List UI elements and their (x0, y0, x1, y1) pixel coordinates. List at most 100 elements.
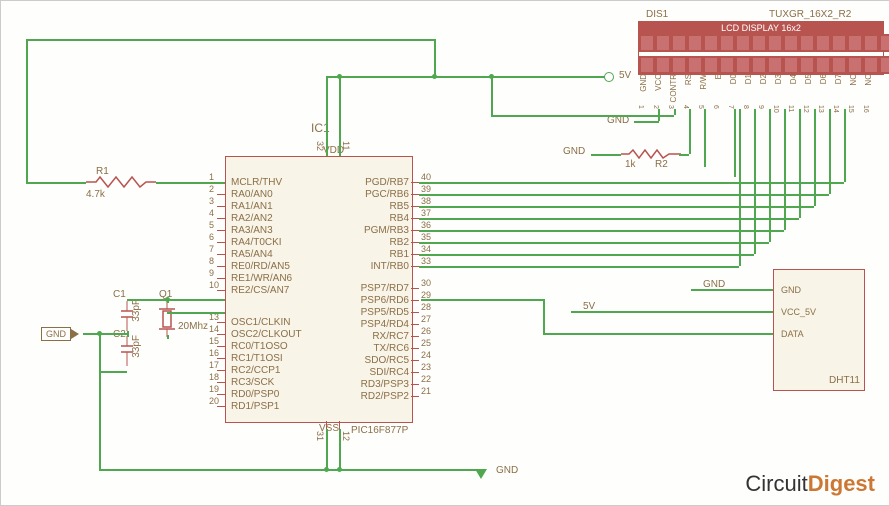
pin-num: 40 (421, 172, 431, 182)
pin-num: 17 (209, 360, 219, 370)
pin-tick (411, 336, 419, 337)
pin-tick (217, 230, 225, 231)
pin-tick (217, 334, 225, 335)
lcd-pinnum: 1 (637, 105, 644, 109)
lcd-cell (751, 34, 767, 52)
lcd-pinnum: 3 (667, 105, 674, 109)
pin-label-rb1: RB1 (390, 249, 409, 260)
dht-gnd: GND (781, 285, 801, 295)
lcd-pinnum: 7 (727, 105, 734, 109)
pin-tick (411, 360, 419, 361)
pin-tick (217, 266, 225, 267)
pin-tick (217, 394, 225, 395)
pin-label-re1-wr-an6: RE1/WR/AN6 (231, 273, 292, 284)
lcd-cell (831, 56, 847, 74)
pin-label-int-rb0: INT/RB0 (371, 261, 409, 272)
wire (419, 218, 799, 220)
pin-tick (217, 370, 225, 371)
wire (754, 109, 756, 254)
lcd-pinnum: 14 (832, 105, 839, 113)
lcd-pin-gnd: GND (639, 74, 648, 92)
gnd-arrow (475, 469, 487, 479)
dht-part: DHT11 (829, 375, 860, 386)
lcd-pinnum: 8 (742, 105, 749, 109)
lcd-cell (847, 56, 863, 74)
wire (326, 76, 328, 156)
lcd-ref: DIS1 (646, 9, 668, 20)
lcd-pinnum: 12 (802, 105, 809, 113)
lcd-cell (639, 56, 655, 74)
lcd-cell (655, 34, 671, 52)
wire (156, 182, 225, 184)
lcd-pin-d3: D3 (774, 74, 783, 84)
pin-tick (411, 372, 419, 373)
pin-label-rd2-psp2: RD2/PSP2 (361, 391, 409, 402)
lcd-row2 (639, 56, 883, 74)
lcd-cell (799, 34, 815, 52)
lcd-cell (671, 34, 687, 52)
pin-label-osc1-clkin: OSC1/CLKIN (231, 317, 290, 328)
lcd-cell (703, 56, 719, 74)
junction (432, 74, 437, 79)
wire (571, 311, 773, 313)
pin-label-rc0-t1oso: RC0/T1OSO (231, 341, 288, 352)
wire (419, 182, 844, 184)
lcd-pinnum: 9 (757, 105, 764, 109)
vcc-5v-node (604, 72, 614, 82)
pin-tick (217, 278, 225, 279)
pin-label-ra4-t0cki: RA4/T0CKI (231, 237, 282, 248)
lcd-cell (671, 56, 687, 74)
v5-label: 5V (619, 70, 631, 81)
pin-label-rc2-ccp1: RC2/CCP1 (231, 365, 280, 376)
pin-num: 28 (421, 302, 431, 312)
pin-label-ra3-an3: RA3/AN3 (231, 225, 273, 236)
wire (83, 333, 127, 335)
pin-num: 38 (421, 196, 431, 206)
dht-vcc: VCC_5V (781, 307, 816, 317)
pin-tick (217, 242, 225, 243)
pin-label-ra5-an4: RA5/AN4 (231, 249, 273, 260)
wire (799, 109, 801, 218)
lcd-cell (847, 34, 863, 52)
pin-num: 36 (421, 220, 431, 230)
junction (337, 74, 342, 79)
pin-label-psp4-rd4: PSP4/RD4 (361, 319, 409, 330)
pin-tick (411, 218, 419, 219)
r1-val: 4.7k (86, 189, 105, 200)
lcd-cell (767, 56, 783, 74)
lcd-cell (703, 34, 719, 52)
pin-num: 24 (421, 350, 431, 360)
lcd-pin-contr: CONTR (669, 74, 678, 102)
r2-resistor (621, 149, 681, 150)
pin-tick (411, 288, 419, 289)
c1-val: 33pF (131, 299, 142, 322)
pin-tick (411, 312, 419, 313)
lcd-row1 (639, 34, 883, 52)
lcd-cell (639, 34, 655, 52)
pin-label-re2-cs-an7: RE2/CS/AN7 (231, 285, 289, 296)
pin-num: 34 (421, 244, 431, 254)
pin-num: 15 (209, 336, 219, 346)
pin-tick (411, 206, 419, 207)
wire (26, 39, 434, 41)
vss-tick1 (326, 421, 327, 429)
lcd-cell (815, 34, 831, 52)
wire (127, 299, 225, 301)
lcd-cell (655, 56, 671, 74)
wire (99, 371, 101, 469)
pin-label-sdo-rc5: SDO/RC5 (365, 355, 409, 366)
lcd-cell (879, 56, 889, 74)
lcd-pin-d1: D1 (744, 74, 753, 84)
pin-label-rb4: RB4 (390, 213, 409, 224)
pin-label-rb5: RB5 (390, 201, 409, 212)
lcd-pin-nc: NC (864, 74, 873, 86)
lcd-cell (751, 56, 767, 74)
pin-tick (411, 300, 419, 301)
lcd-cell (719, 34, 735, 52)
pin-label-mclr-thv: MCLR/THV (231, 177, 282, 188)
lcd-pinnum: 6 (712, 105, 719, 109)
lcd-cell (687, 56, 703, 74)
lcd-cell (719, 56, 735, 74)
pin-label-pgd-rb7: PGD/RB7 (365, 177, 409, 188)
gnd-label: GND (496, 465, 518, 476)
